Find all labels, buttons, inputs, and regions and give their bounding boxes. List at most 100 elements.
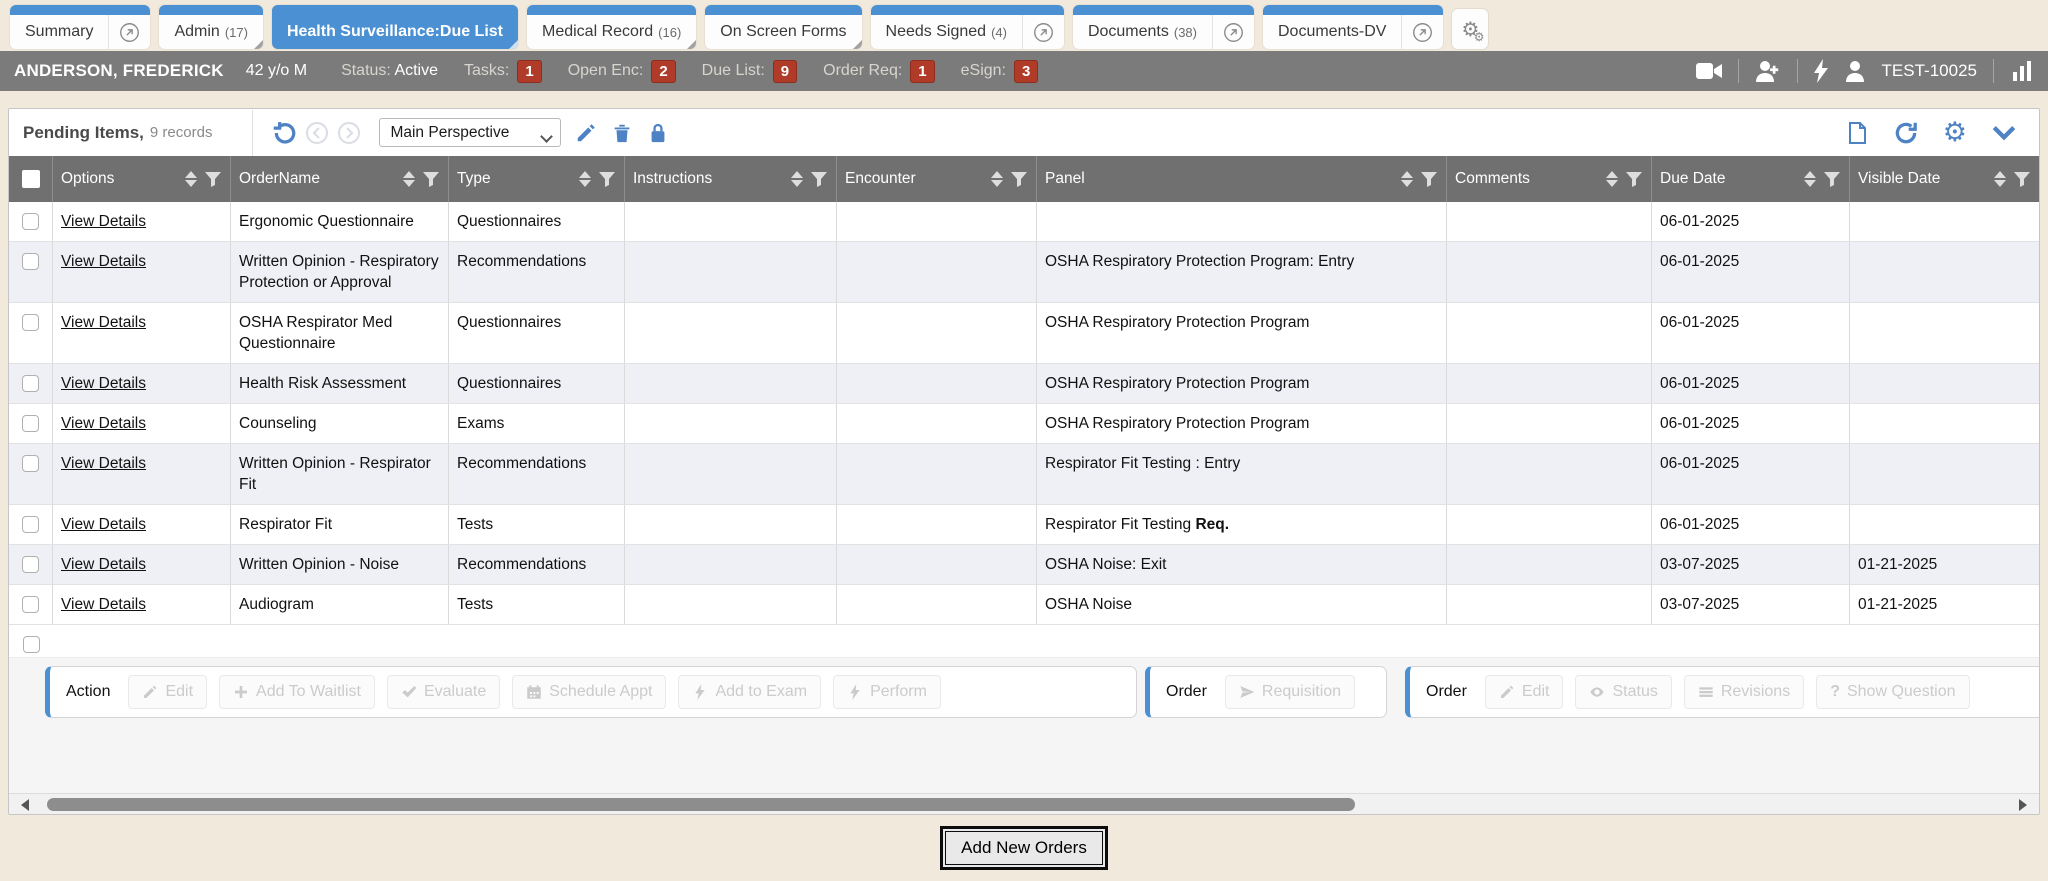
video-camera-icon[interactable] [1696,58,1722,84]
add-to-waitlist-button[interactable]: Add To Waitlist [219,675,375,709]
row-checkbox[interactable] [22,213,39,230]
sort-icon[interactable] [579,171,591,187]
gear-icon[interactable]: ⚙ [1943,117,1967,148]
person-add-icon[interactable] [1755,58,1781,84]
tab-documents-dv[interactable]: Documents-DV [1263,5,1443,49]
tab-needs-signed[interactable]: Needs Signed (4) [871,5,1064,49]
undo-icon[interactable] [271,120,297,146]
select-all-checkbox[interactable] [22,170,40,188]
tab-documents[interactable]: Documents (38) [1073,5,1254,49]
row-checkbox[interactable] [22,415,39,432]
filter-funnel-icon[interactable] [204,170,222,188]
visible-date-cell [1850,303,2039,363]
filter-funnel-icon[interactable] [2013,170,2031,188]
refresh-icon[interactable] [1893,120,1919,146]
add-new-orders-button[interactable]: Add New Orders [940,826,1108,870]
show-question-button[interactable]: ? Show Question [1816,675,1969,709]
tab-medical-record[interactable]: Medical Record (16) [527,5,696,49]
tab-settings-gear-button[interactable]: ⚙ ⚙ [1452,9,1488,49]
edit-button[interactable]: Edit [128,675,207,709]
sort-icon[interactable] [1804,171,1816,187]
scroll-right-arrow-icon[interactable] [2019,799,2027,811]
row-checkbox[interactable] [22,516,39,533]
requisition-button[interactable]: Requisition [1225,675,1355,709]
chevron-right-circle-icon[interactable] [337,121,361,145]
sort-icon[interactable] [791,171,803,187]
order-requisition-card: Order Requisition [1145,666,1387,718]
view-details-link[interactable]: View Details [61,556,146,573]
view-details-link[interactable]: View Details [61,253,146,270]
view-details-link[interactable]: View Details [61,415,146,432]
evaluate-button[interactable]: Evaluate [387,675,500,709]
horizontal-scrollbar[interactable] [9,793,2039,814]
view-details-link[interactable]: View Details [61,455,146,472]
bar-chart-icon[interactable] [2010,59,2034,83]
chevron-left-circle-icon[interactable] [305,121,329,145]
tab-summary[interactable]: Summary [10,5,150,49]
row-checkbox[interactable] [22,314,39,331]
person-icon[interactable] [1844,60,1866,82]
filter-funnel-icon[interactable] [1823,170,1841,188]
view-details-link[interactable]: View Details [61,314,146,331]
filter-funnel-icon[interactable] [810,170,828,188]
sort-icon[interactable] [1994,171,2006,187]
chevron-down-icon[interactable] [1991,120,2017,146]
add-to-exam-button[interactable]: Add to Exam [678,675,821,709]
tab-health-surveillance-due-list[interactable]: Health Surveillance:Due List [272,5,518,49]
eye-icon [1589,684,1605,700]
new-document-icon[interactable] [1845,121,1869,145]
tab-on-screen-forms[interactable]: On Screen Forms [705,5,861,49]
tab-label: Documents-DV [1278,23,1386,41]
view-details-link[interactable]: View Details [61,213,146,230]
view-details-link[interactable]: View Details [61,596,146,613]
revisions-button[interactable]: Revisions [1684,675,1804,709]
table-row: View Details Written Opinion - Respirato… [9,444,2039,505]
encounter-cell [837,545,1037,584]
sort-icon[interactable] [185,171,197,187]
visible-date-cell: 01-21-2025 [1850,545,2039,584]
sort-icon[interactable] [991,171,1003,187]
row-checkbox[interactable] [22,596,39,613]
counter-badge[interactable]: 2 [651,60,675,83]
card-title: Order [1426,683,1467,701]
tab-top-strip [10,5,150,15]
view-details-link[interactable]: View Details [61,516,146,533]
perspective-select[interactable]: Main Perspective [379,118,561,147]
filter-funnel-icon[interactable] [1010,170,1028,188]
edit-button[interactable]: Edit [1485,675,1564,709]
filter-funnel-icon[interactable] [1420,170,1438,188]
row-checkbox[interactable] [22,556,39,573]
row-checkbox[interactable] [22,375,39,392]
schedule-appt-button[interactable]: Schedule Appt [512,675,666,709]
row-checkbox[interactable] [23,636,40,653]
perform-button[interactable]: Perform [833,675,941,709]
counter-badge[interactable]: 3 [1014,60,1038,83]
column-header-due-date: Due Date [1652,156,1850,202]
counter-badge[interactable]: 1 [517,60,541,83]
options-cell: View Details [53,444,231,504]
row-checkbox[interactable] [22,455,39,472]
tab-admin[interactable]: Admin (17) [159,5,262,49]
sort-icon[interactable] [403,171,415,187]
row-checkbox[interactable] [22,253,39,270]
scroll-left-arrow-icon[interactable] [21,799,29,811]
view-details-link[interactable]: View Details [61,375,146,392]
sort-icon[interactable] [1606,171,1618,187]
column-header-label: Visible Date [1858,170,1990,188]
lock-icon[interactable] [647,122,669,144]
status-button[interactable]: Status [1575,675,1671,709]
divider [1797,59,1798,83]
scrollbar-thumb[interactable] [47,798,1355,811]
pencil-icon[interactable] [575,122,597,144]
counter-badge[interactable]: 9 [773,60,797,83]
tab-count-badge: (16) [658,25,681,40]
counter-badge[interactable]: 1 [910,60,934,83]
check-icon [401,684,417,700]
options-cell: View Details [53,545,231,584]
filter-funnel-icon[interactable] [598,170,616,188]
trash-icon[interactable] [611,122,633,144]
sort-icon[interactable] [1401,171,1413,187]
lightning-icon[interactable] [1814,59,1828,83]
filter-funnel-icon[interactable] [422,170,440,188]
filter-funnel-icon[interactable] [1625,170,1643,188]
